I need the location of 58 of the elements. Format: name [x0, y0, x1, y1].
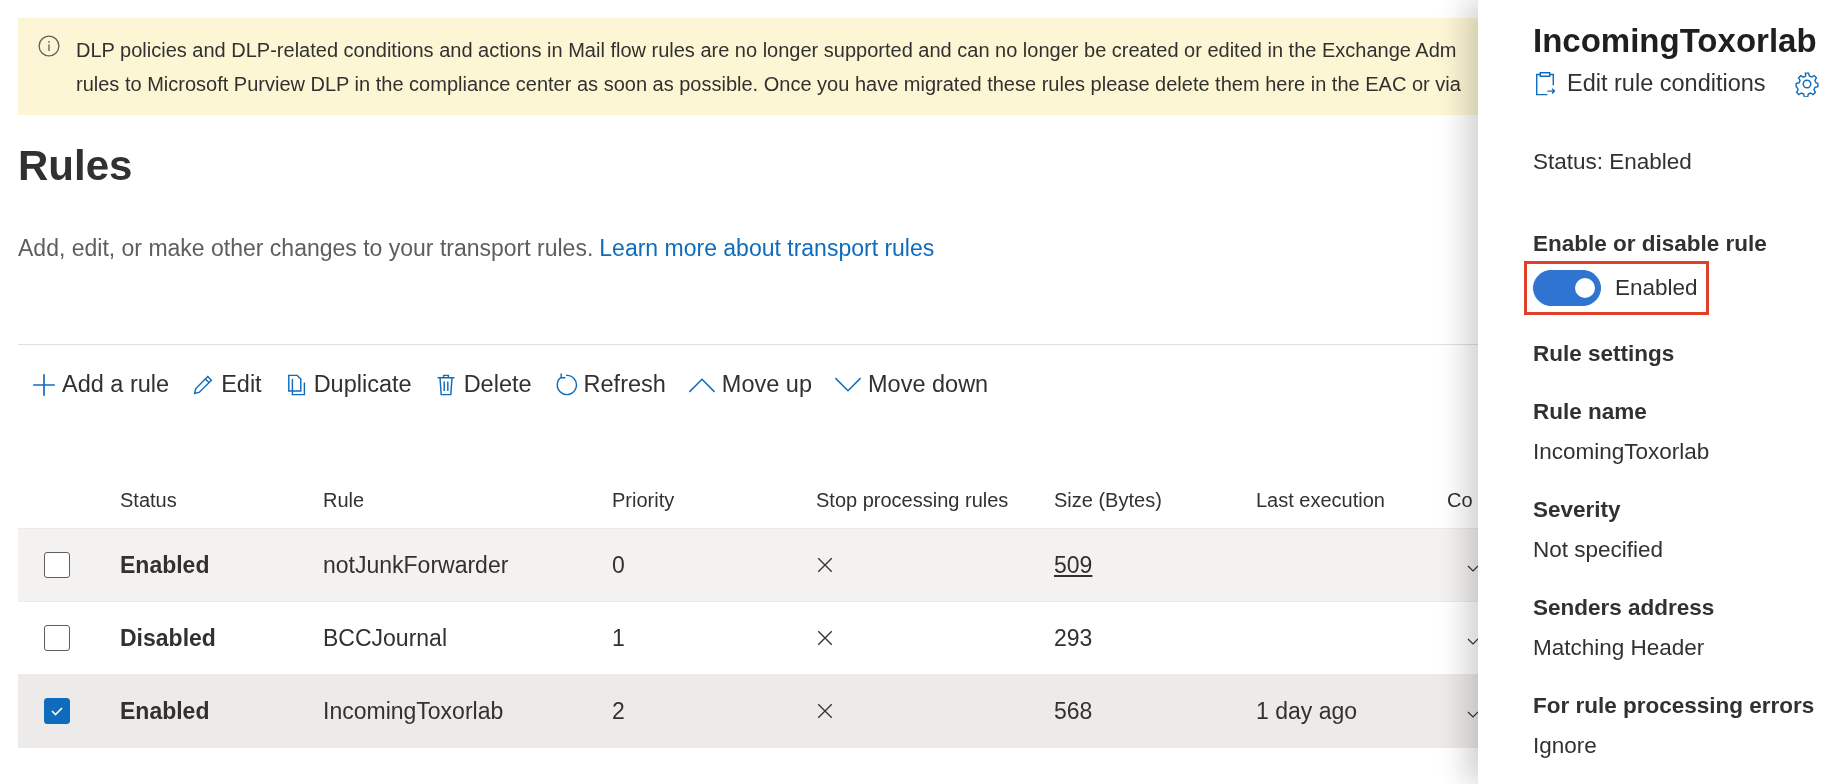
enable-toggle[interactable]: [1533, 270, 1601, 306]
chevron-down-icon: [834, 376, 862, 393]
table-cell-text: IncomingToxorlab: [323, 697, 505, 725]
settings-icon[interactable]: [1793, 70, 1820, 97]
table-cell-text: notJunkForwarder: [323, 551, 510, 579]
duplicate-button[interactable]: Duplicate: [277, 367, 418, 403]
row-checkbox[interactable]: [44, 552, 70, 579]
panel-title: IncomingToxorlab: [1533, 22, 1818, 60]
refresh-button[interactable]: Refresh: [547, 367, 672, 403]
edit-button[interactable]: Edit: [185, 367, 268, 403]
table-cell: 509: [1054, 551, 1093, 578]
field-label: Severity: [1533, 497, 1622, 523]
column-header[interactable]: Rule: [323, 488, 612, 512]
field-value: Not specified: [1533, 537, 1665, 563]
row-checkbox[interactable]: [44, 698, 70, 725]
table-cell-text: 2: [612, 697, 626, 725]
toggle-label: Enable or disable rule: [1533, 231, 1768, 257]
column-header[interactable]: Co: [1447, 488, 1478, 512]
table-cell-text: BCCJournal: [323, 624, 448, 652]
field-value: Ignore: [1533, 733, 1598, 759]
table-row[interactable]: Enabled IncomingToxorlab 2 568 1 day ago: [18, 675, 1478, 749]
delete-button[interactable]: Delete: [427, 367, 538, 403]
table-cell-text: Disabled: [120, 624, 217, 652]
table-cell-text: Enabled: [120, 697, 211, 725]
page-description: Add, edit, or make other changes to your transport rules.: [18, 235, 594, 262]
edit-rule-conditions-button[interactable]: Edit rule conditions: [1533, 70, 1766, 97]
field-label: For rule processing errors: [1533, 693, 1816, 719]
toggle-state-text: Enabled: [1615, 275, 1698, 301]
banner-text: DLP policies and DLP-related conditions and actions in Mail flow rules are no longer supported and can no longer be created or edited in the Exchange Adm: [76, 38, 1458, 63]
table-cell: 1 day ago: [1256, 697, 1358, 724]
info-icon: [38, 35, 60, 57]
section-heading: Rule settings: [1533, 341, 1676, 367]
down-button[interactable]: Move down: [828, 367, 995, 403]
table-cell: 568: [1054, 697, 1093, 724]
up-button[interactable]: Move up: [681, 367, 818, 403]
chevron-up-icon: [687, 376, 716, 393]
table-row[interactable]: Enabled notJunkForwarder 0 509: [18, 529, 1478, 603]
page-title: Rules: [18, 141, 134, 191]
field-value: Matching Header: [1533, 635, 1706, 661]
column-header[interactable]: Stop processing rules: [816, 488, 1054, 512]
add-button[interactable]: Add a rule: [26, 367, 176, 403]
table-cell: 293: [1054, 624, 1093, 651]
column-header[interactable]: Priority: [612, 488, 816, 512]
clipboard-icon: [1533, 70, 1557, 97]
plus-icon: [32, 372, 56, 397]
status-text: Status: Enabled: [1533, 149, 1693, 175]
column-header[interactable]: Last execution: [1256, 488, 1447, 512]
column-header[interactable]: Size (Bytes): [1054, 488, 1256, 512]
field-label: Rule name: [1533, 399, 1648, 425]
learn-more-link[interactable]: Learn more about transport rules: [599, 235, 935, 262]
banner-text: rules to Microsoft Purview DLP in the compliance center as soon as possible. Once you have migrated these rules please delete them here in the EAC or via: [76, 72, 1461, 97]
field-label: Senders address: [1533, 595, 1716, 621]
column-header[interactable]: Status: [120, 488, 323, 512]
table-cell-text: Enabled: [120, 551, 211, 579]
row-checkbox[interactable]: [44, 625, 70, 652]
table-cell-text: 1: [612, 624, 626, 652]
field-value: IncomingToxorlab: [1533, 439, 1711, 465]
table-cell-text: 0: [612, 551, 626, 579]
